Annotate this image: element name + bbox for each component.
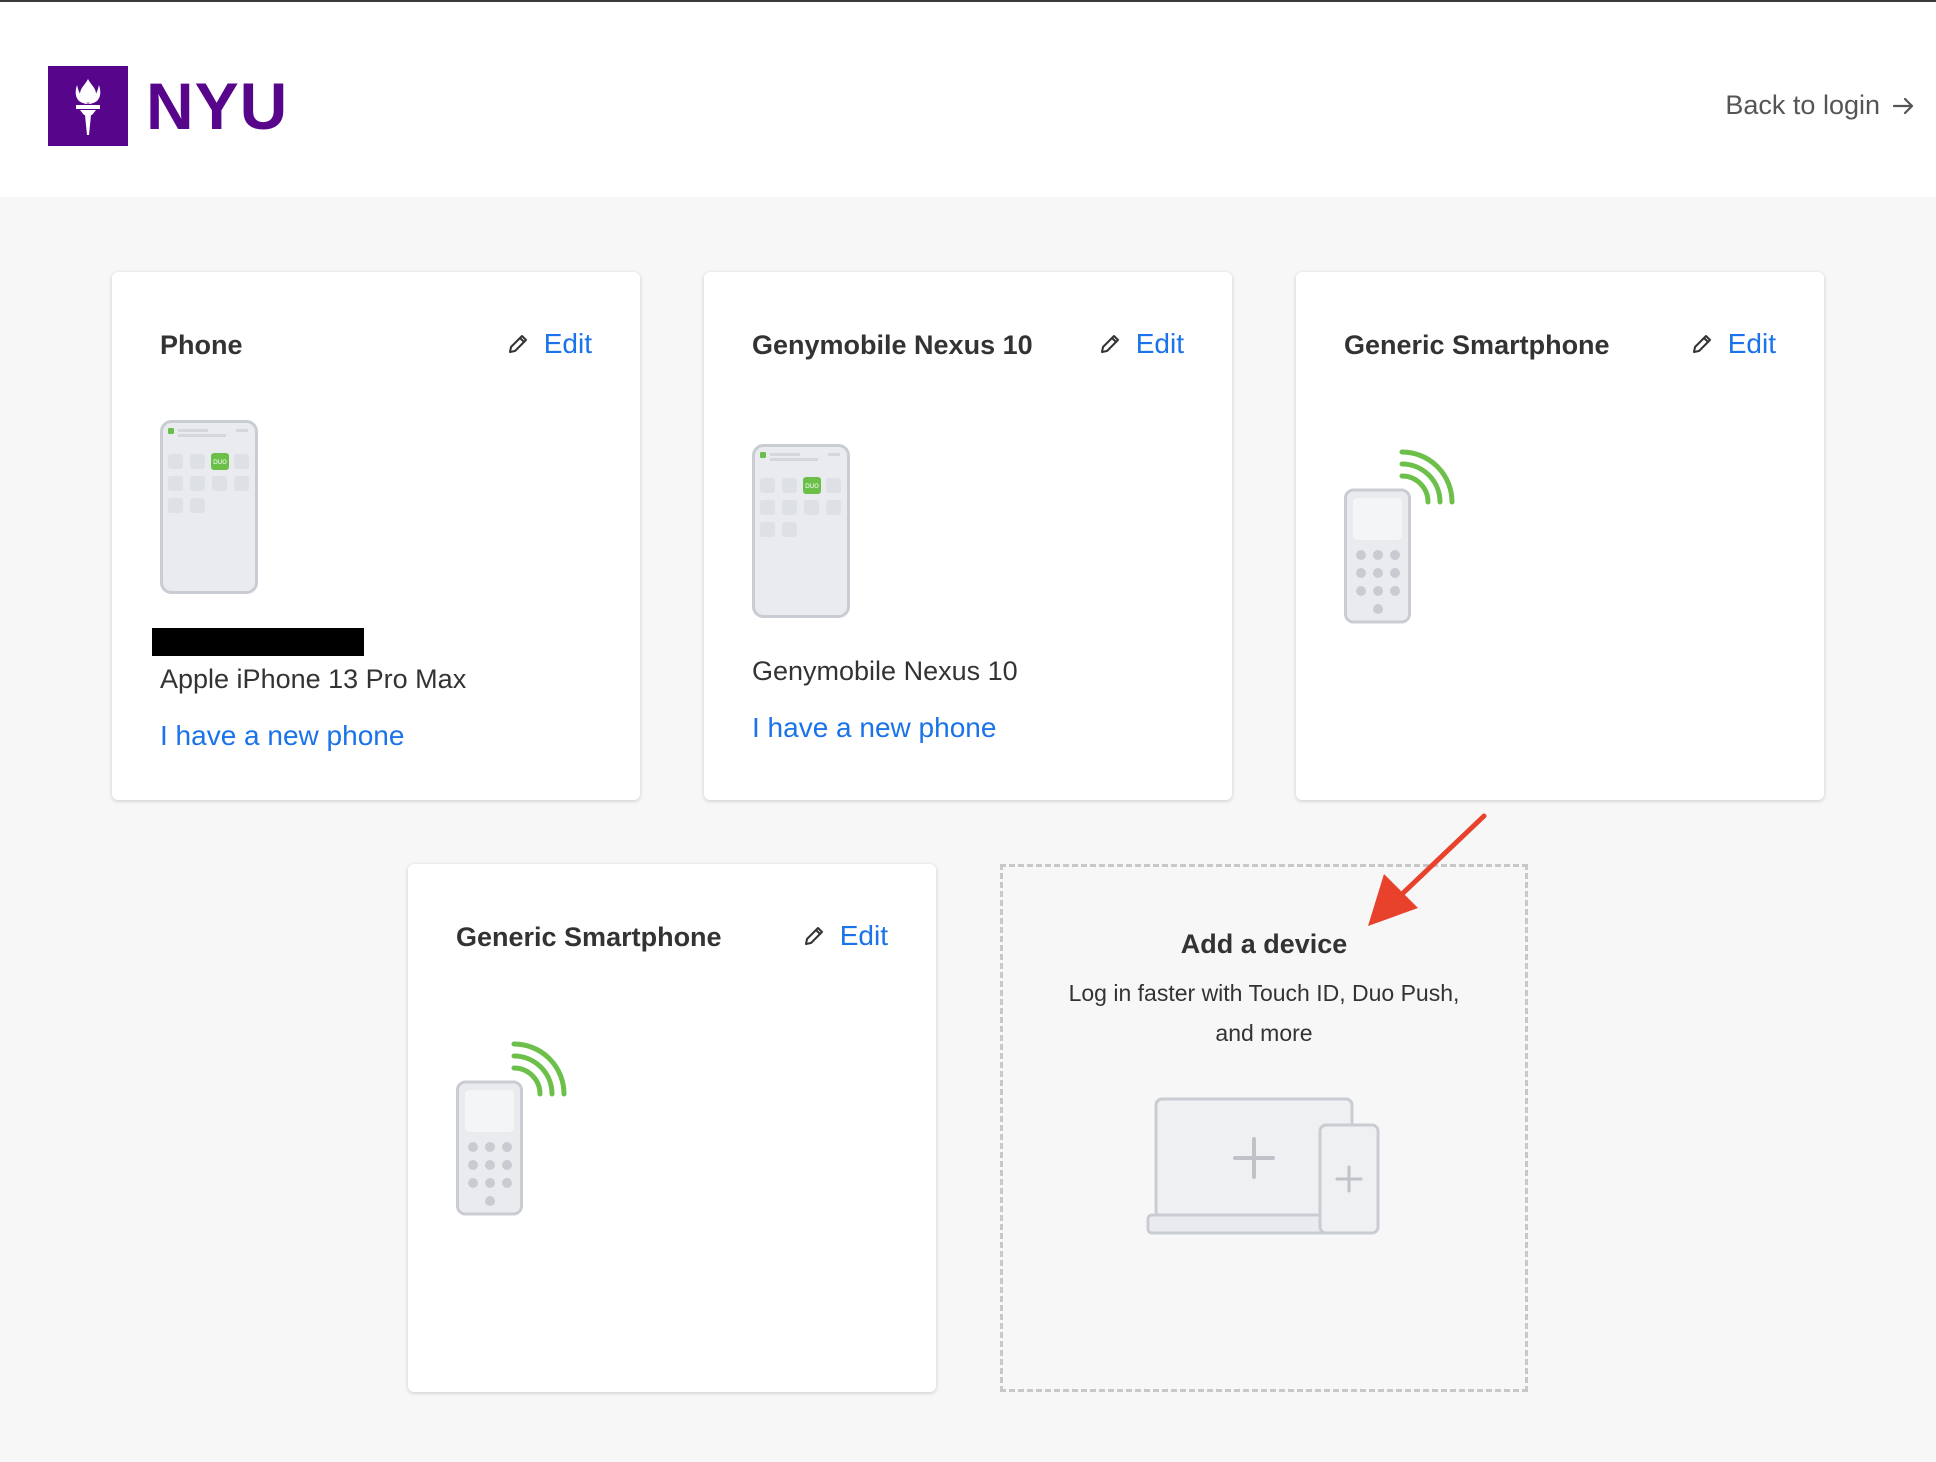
device-card-phone: Phone Edit DUO Apple iPhone 13 Pro Max I…: [112, 272, 640, 800]
back-to-login-link[interactable]: Back to login: [1725, 90, 1916, 121]
back-to-login-label: Back to login: [1725, 90, 1880, 120]
duo-mobile-phone-icon: DUO: [752, 444, 850, 618]
duo-mobile-phone-icon: DUO: [160, 420, 258, 594]
logo-wordmark: NYU: [146, 69, 289, 143]
sms-phone-icon: [456, 1041, 567, 1216]
nyu-logo: NYU: [48, 66, 288, 146]
device-card-title: Generic Smartphone: [456, 922, 722, 952]
pencil-icon: [1100, 335, 1119, 353]
device-card-title: Genymobile Nexus 10: [752, 330, 1033, 360]
page-header: NYU Back to login: [0, 2, 1936, 197]
device-card-title: Generic Smartphone: [1344, 330, 1610, 360]
new-phone-link[interactable]: I have a new phone: [160, 720, 404, 752]
pencil-icon: [1692, 335, 1711, 353]
annotation-arrow-icon: [1368, 813, 1487, 926]
device-model: Apple iPhone 13 Pro Max: [160, 664, 467, 694]
add-device-card[interactable]: Add a device Log in faster with Touch ID…: [1000, 864, 1528, 1392]
sms-phone-icon: [1344, 449, 1455, 624]
device-model: Genymobile Nexus 10: [752, 656, 1018, 686]
edit-label: Edit: [839, 920, 888, 951]
arrow-right-icon: [1892, 97, 1914, 114]
redacted-phone-number: [152, 628, 364, 656]
edit-button[interactable]: Edit: [802, 920, 888, 952]
svg-text:DUO: DUO: [805, 483, 819, 490]
edit-button[interactable]: Edit: [506, 328, 592, 360]
pencil-icon: [804, 927, 823, 945]
edit-label: Edit: [1727, 328, 1776, 359]
pencil-icon: [508, 335, 527, 353]
new-phone-link[interactable]: I have a new phone: [752, 712, 996, 744]
device-card-title: Phone: [160, 330, 243, 360]
add-device-description: Log in faster with Touch ID, Duo Push, a…: [1068, 980, 1460, 1046]
device-card-generic-smartphone: Generic Smartphone Edit: [1296, 272, 1824, 800]
edit-label: Edit: [543, 328, 592, 359]
add-device-icon: [1146, 1097, 1380, 1235]
device-card-nexus: Genymobile Nexus 10 Edit DUO Genymobile …: [704, 272, 1232, 800]
svg-text:DUO: DUO: [213, 459, 227, 466]
edit-label: Edit: [1135, 328, 1184, 359]
device-card-generic-smartphone: Generic Smartphone Edit: [408, 864, 936, 1392]
edit-button[interactable]: Edit: [1690, 328, 1776, 360]
edit-button[interactable]: Edit: [1098, 328, 1184, 360]
torch-icon: [48, 66, 128, 146]
